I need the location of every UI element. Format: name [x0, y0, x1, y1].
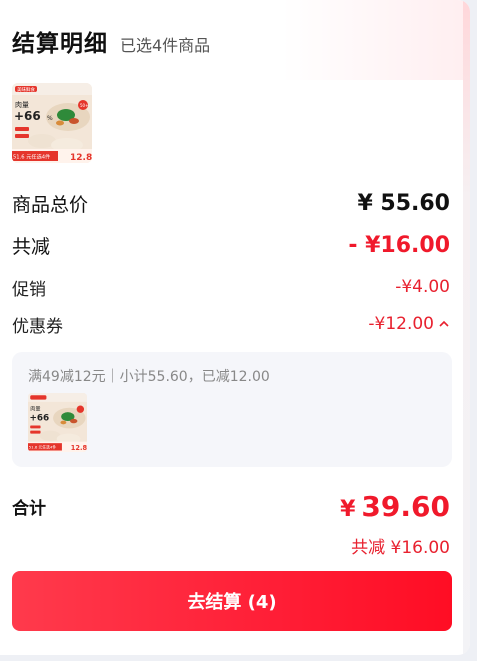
page-title: 结算明细	[12, 31, 108, 57]
selected-count: 已选4件商品	[120, 36, 211, 55]
row-grand-total: 合计 ¥39.60	[12, 486, 450, 526]
total-reduce-label: 共减	[12, 235, 51, 258]
total-saved-text: 共减 ¥16.00	[351, 538, 450, 558]
product-thumbnail[interactable]: 美味鲜食 50+ 肉量 +66 % 51.6 元任选4件 12.8	[12, 83, 92, 163]
promo-detail-text: 满49减12元｜小计55.60，已减12.00	[28, 369, 270, 385]
row-goods-total: 商品总价 ¥ 55.60	[12, 188, 450, 218]
thumb-price: 12.8	[70, 153, 92, 163]
row-coupon[interactable]: 优惠券 -¥12.00	[12, 311, 450, 337]
grand-total-label: 合计	[12, 498, 46, 519]
total-reduce-value: - ¥16.00	[348, 232, 450, 258]
goods-total-label: 商品总价	[12, 193, 89, 216]
coupon-label: 优惠券	[12, 316, 63, 337]
promotion-value: -¥4.00	[395, 277, 450, 297]
thumb-meat: 肉量	[15, 100, 29, 109]
thumb-pct: %	[47, 115, 53, 122]
thumb-big: +66	[14, 109, 41, 123]
thumb-big: +66	[29, 413, 49, 423]
thumb-brand: 美味鲜食	[17, 86, 35, 93]
thumb-tag: 50+	[80, 103, 88, 108]
row-promotion: 促销 -¥4.00	[12, 274, 450, 300]
coupon-value-wrap[interactable]: -¥12.00	[368, 314, 450, 334]
dumpling-product-icon: 美味鲜食 50+ 肉量 +66 % 51.6 元任选4件 12.8	[12, 83, 92, 163]
thumb-price: 12.8	[71, 444, 87, 452]
dumpling-product-icon: 肉量 +66 51.6 元任选4件 12.8	[28, 393, 87, 452]
thumb-promo: 51.6 元任选4件	[13, 153, 50, 161]
checkout-button[interactable]: 去结算 (4)	[12, 571, 452, 631]
chevron-up-icon[interactable]	[438, 318, 450, 330]
thumb-promo: 51.6 元任选4件	[29, 445, 57, 450]
coupon-value: -¥12.00	[368, 314, 434, 334]
sheet-edge	[463, 0, 470, 655]
grand-total-amount: 39.60	[361, 489, 450, 523]
promotion-label: 促销	[12, 279, 46, 300]
promo-product-thumbnail[interactable]: 肉量 +66 51.6 元任选4件 12.8	[28, 393, 87, 452]
grand-total-value: ¥39.60	[340, 490, 450, 523]
settlement-sheet: 结算明细 已选4件商品 美味鲜食 50+ 肉量 +66 % 51.6 元任选4件	[0, 0, 470, 655]
goods-total-value: ¥ 55.60	[357, 190, 450, 216]
currency-symbol: ¥	[340, 496, 356, 522]
row-total-reduce: 共减 - ¥16.00	[12, 230, 450, 260]
sheet-header: 结算明细 已选4件商品	[12, 24, 211, 57]
